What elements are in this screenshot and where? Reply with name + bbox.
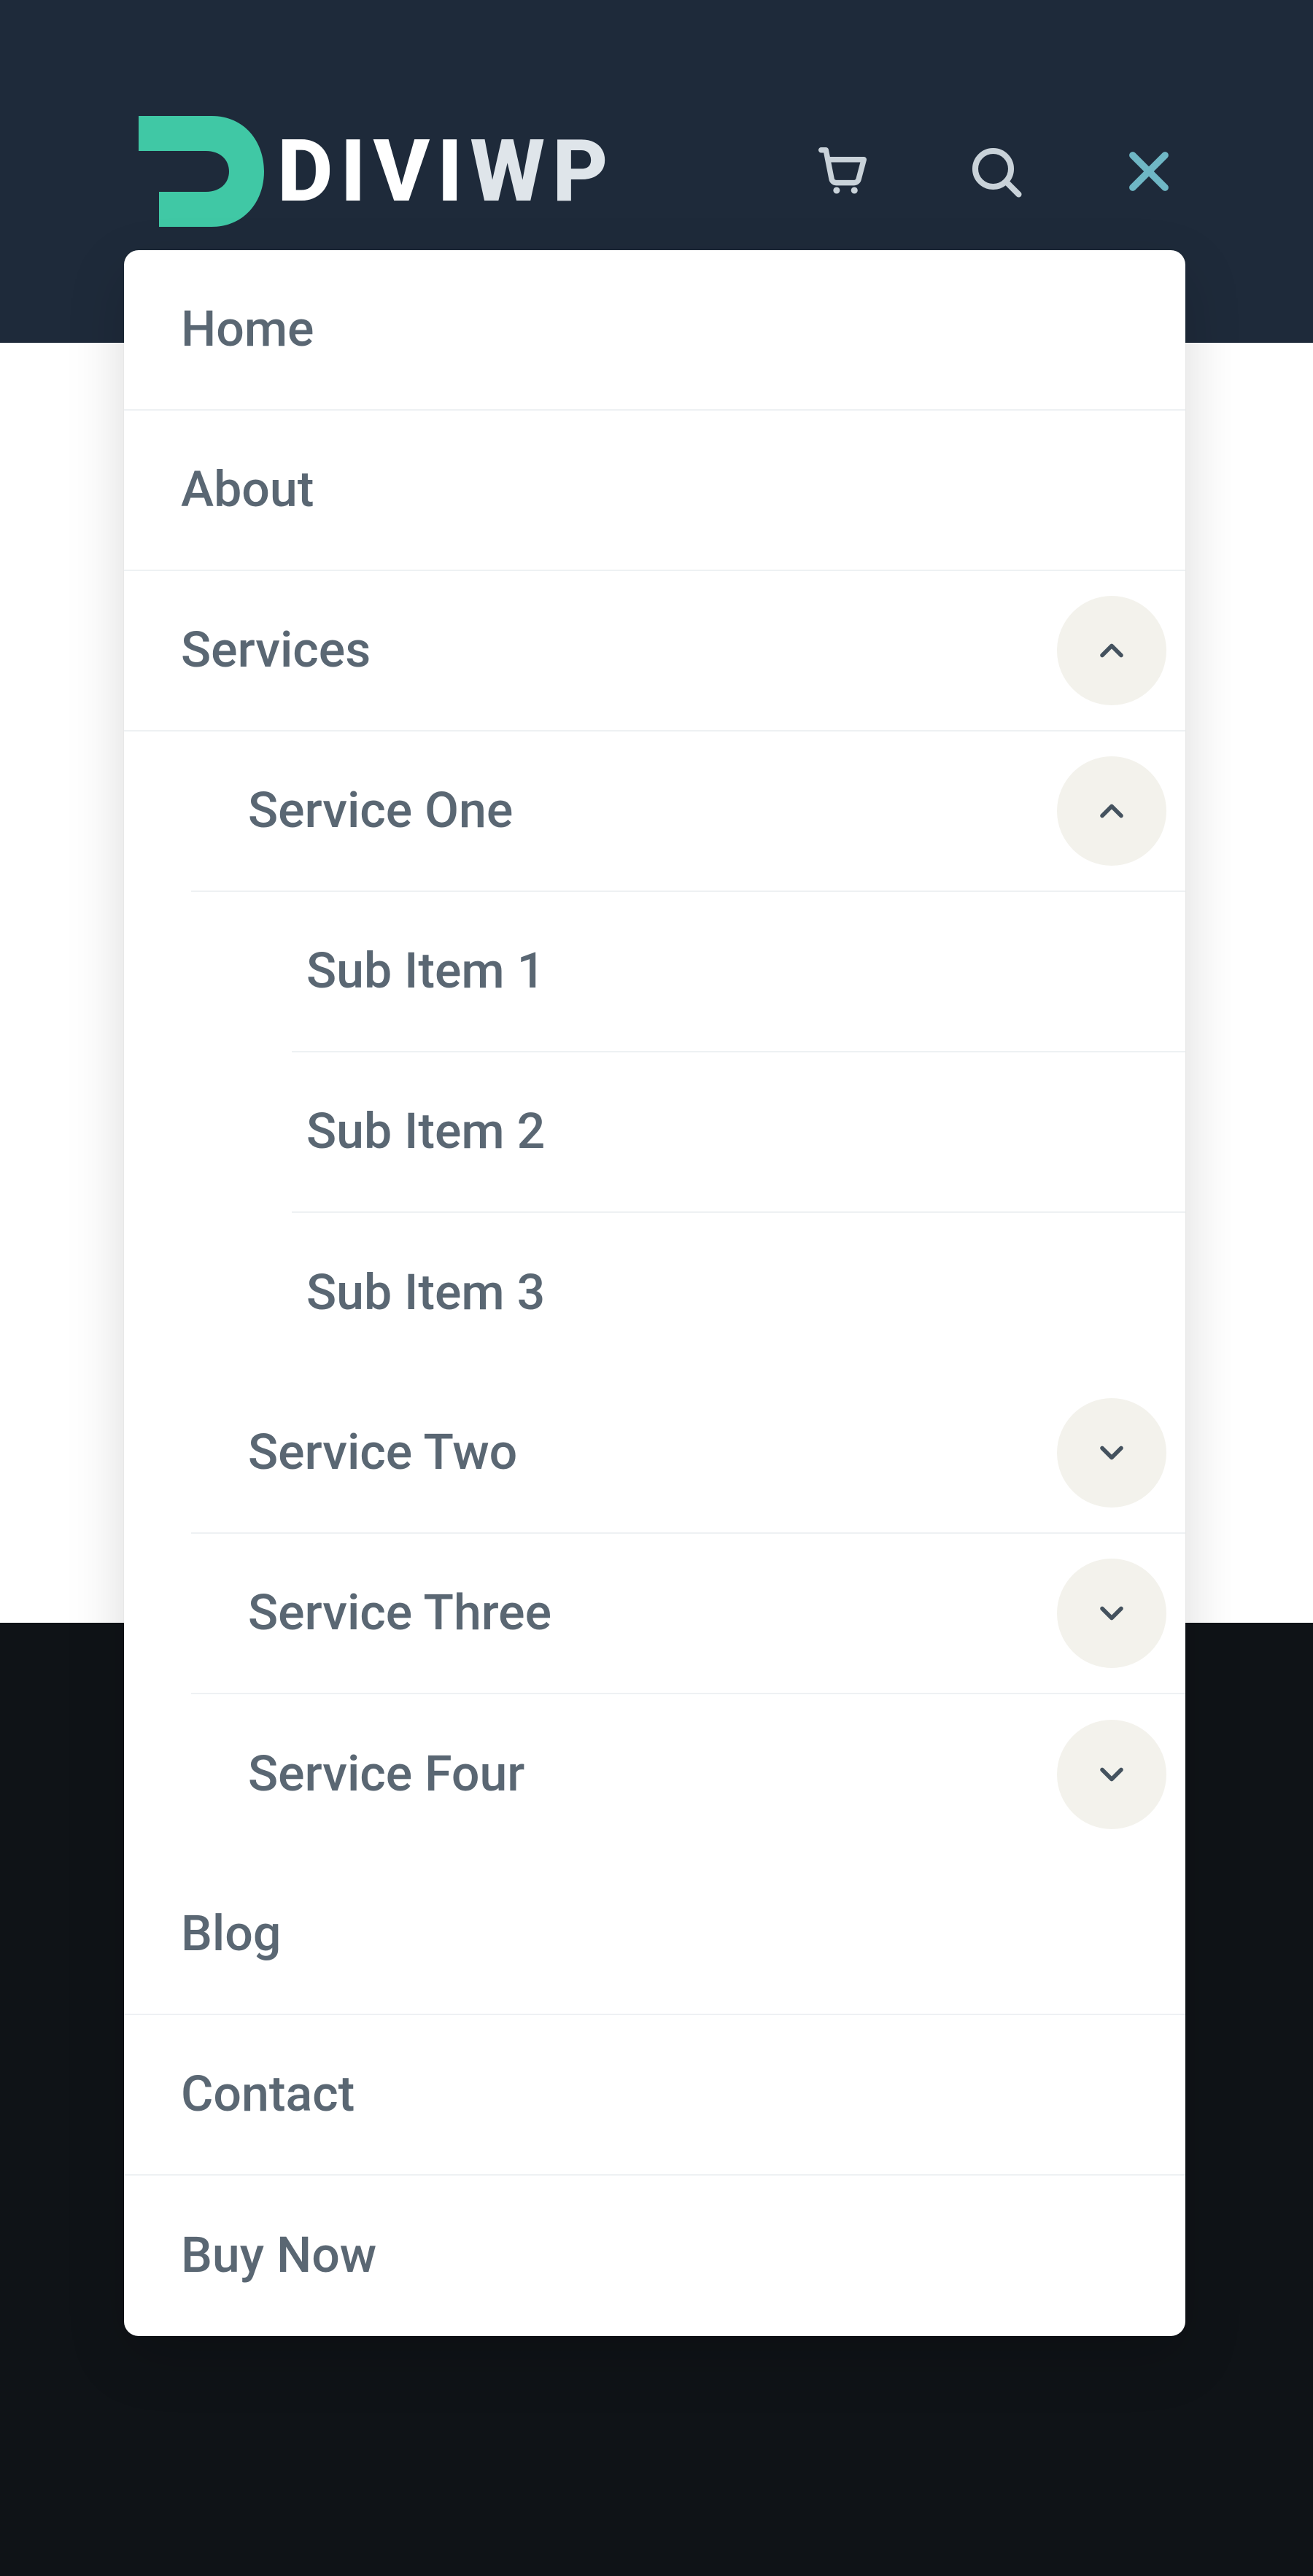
menu-item-about[interactable]: About [124, 411, 1185, 571]
menu-item-label: Service Three [191, 1583, 551, 1643]
menu-item-label: Home [124, 300, 314, 360]
menu-item-services[interactable]: Services [124, 571, 1185, 732]
mobile-menu-panel: Home About Services Service One Sub It [124, 250, 1185, 2336]
search-button[interactable] [959, 135, 1032, 208]
menu-item-label: Service Four [191, 1745, 524, 1804]
logo-mark-icon [124, 98, 270, 244]
chevron-down-icon [1093, 1434, 1131, 1472]
menu-item-label: Service Two [191, 1423, 517, 1483]
chevron-down-icon [1093, 1594, 1131, 1632]
menu-item-label: Services [124, 621, 371, 680]
menu-item-label: Sub Item 1 [292, 942, 545, 1001]
submenu-toggle-service-two[interactable] [1057, 1398, 1166, 1508]
header-icons [806, 135, 1185, 208]
menu-item-service-one[interactable]: Service One [191, 732, 1185, 892]
submenu-toggle-service-one[interactable] [1057, 756, 1166, 866]
menu-item-sub-item-1[interactable]: Sub Item 1 [292, 892, 1185, 1052]
logo-text: DIVIWP [277, 121, 616, 222]
chevron-up-icon [1093, 792, 1131, 830]
submenu-toggle-services[interactable] [1057, 596, 1166, 705]
service-one-submenu: Sub Item 1 Sub Item 2 Sub Item 3 [124, 892, 1185, 1373]
menu-item-service-three[interactable]: Service Three [191, 1534, 1185, 1694]
menu-item-label: Contact [124, 2065, 355, 2125]
search-icon [965, 141, 1026, 202]
site-logo[interactable]: DIVIWP [124, 98, 616, 244]
submenu-toggle-service-four[interactable] [1057, 1720, 1166, 1829]
services-submenu: Service One Sub Item 1 Sub Item 2 Sub It… [124, 732, 1185, 1855]
menu-item-sub-item-3[interactable]: Sub Item 3 [292, 1213, 1185, 1373]
menu-item-label: About [124, 460, 314, 520]
menu-close-button[interactable] [1112, 135, 1185, 208]
chevron-up-icon [1093, 632, 1131, 670]
menu-item-label: Service One [191, 781, 513, 841]
menu-item-blog[interactable]: Blog [124, 1855, 1185, 2015]
menu-item-label: Blog [124, 1904, 281, 1964]
close-icon [1121, 144, 1177, 199]
cart-button[interactable] [806, 135, 879, 208]
submenu-toggle-service-three[interactable] [1057, 1559, 1166, 1668]
menu-item-label: Sub Item 3 [292, 1263, 545, 1323]
menu-item-sub-item-2[interactable]: Sub Item 2 [292, 1052, 1185, 1213]
menu-item-home[interactable]: Home [124, 250, 1185, 411]
menu-item-label: Buy Now [124, 2226, 376, 2286]
menu-item-service-two[interactable]: Service Two [191, 1373, 1185, 1534]
menu-item-buy-now[interactable]: Buy Now [124, 2176, 1185, 2336]
cart-icon [814, 143, 871, 200]
chevron-down-icon [1093, 1756, 1131, 1793]
menu-item-service-four[interactable]: Service Four [191, 1694, 1185, 1855]
logo-text-a: DIVI [277, 121, 470, 222]
menu-item-label: Sub Item 2 [292, 1102, 545, 1162]
menu-item-contact[interactable]: Contact [124, 2015, 1185, 2176]
logo-text-b: WP [470, 121, 615, 222]
